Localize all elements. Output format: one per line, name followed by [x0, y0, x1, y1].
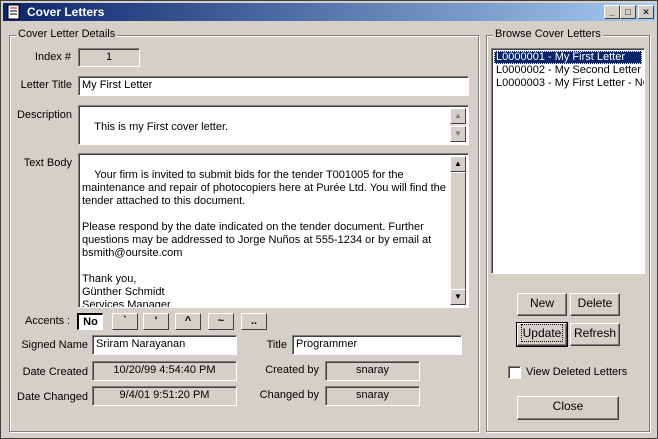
list-item[interactable]: L0000001 - My First Letter — [494, 51, 642, 64]
index-label: Index # — [34, 51, 71, 63]
text-body-textarea[interactable]: Your firm is invited to submit bids for … — [78, 153, 469, 308]
letter-title-input[interactable]: My First Letter — [78, 76, 469, 96]
description-textarea[interactable]: This is my First cover letter. ▲ ▼ — [78, 105, 469, 145]
letter-title-label: Letter Title — [20, 79, 72, 91]
description-scrollbar[interactable]: ▲ ▼ — [450, 108, 466, 142]
accent-circumflex-button[interactable]: ^ — [175, 313, 201, 330]
changed-by-label: Changed by — [259, 389, 319, 401]
signed-name-label: Signed Name — [21, 339, 88, 351]
created-by-field: snaray — [325, 361, 420, 381]
title-bar[interactable]: Cover Letters _ □ ✕ — [3, 3, 655, 21]
new-button[interactable]: New — [517, 293, 567, 316]
accent-grave-button[interactable]: ` — [112, 313, 138, 330]
close-button[interactable]: Close — [517, 396, 619, 420]
date-changed-field: 9/4/01 9:51:20 PM — [92, 386, 237, 406]
date-changed-label: Date Changed — [17, 391, 88, 403]
title-input[interactable]: Programmer — [292, 335, 462, 355]
document-icon — [7, 4, 20, 20]
view-deleted-checkbox[interactable] — [508, 366, 521, 379]
text-body-text: Your firm is invited to submit bids for … — [82, 169, 446, 308]
description-label: Description — [16, 109, 72, 121]
arrow-down-icon[interactable]: ▼ — [450, 126, 466, 142]
browse-legend: Browse Cover Letters — [493, 28, 603, 40]
changed-by-field: snaray — [325, 386, 420, 406]
arrow-up-icon[interactable]: ▲ — [450, 156, 466, 172]
index-field: 1 — [78, 48, 140, 67]
update-button[interactable]: Update — [516, 322, 568, 347]
delete-button[interactable]: Delete — [570, 293, 620, 316]
minimize-button[interactable]: _ — [604, 5, 620, 19]
signed-name-input[interactable]: Sriram Narayanan — [92, 335, 237, 355]
close-window-button[interactable]: ✕ — [638, 5, 654, 19]
text-body-scrollbar[interactable]: ▲ ▼ — [450, 156, 466, 305]
text-body-label: Text Body — [23, 157, 72, 169]
cover-letters-window: Cover Letters _ □ ✕ Cover Letter Details… — [0, 0, 658, 439]
created-by-label: Created by — [265, 364, 319, 376]
refresh-button[interactable]: Refresh — [570, 323, 620, 346]
date-created-field: 10/20/99 4:54:40 PM — [92, 361, 237, 381]
list-item[interactable]: L0000003 - My First Letter - NO — [494, 77, 644, 90]
accent-tilde-button[interactable]: ~ — [208, 313, 234, 330]
date-created-label: Date Created — [22, 366, 88, 378]
scroll-thumb[interactable] — [450, 172, 466, 290]
arrow-down-icon[interactable]: ▼ — [450, 289, 466, 305]
maximize-button[interactable]: □ — [620, 5, 636, 19]
view-deleted-label: View Deleted Letters — [526, 366, 628, 378]
description-text: This is my First cover letter. — [94, 121, 229, 133]
cover-letters-list[interactable]: L0000001 - My First Letter L0000002 - My… — [491, 48, 645, 274]
window-title: Cover Letters — [27, 5, 105, 19]
accent-umlaut-button[interactable]: .. — [241, 313, 267, 330]
accent-none-button[interactable]: No — [77, 313, 103, 330]
details-legend: Cover Letter Details — [16, 28, 118, 40]
arrow-up-icon[interactable]: ▲ — [450, 108, 466, 124]
list-item[interactable]: L0000002 - My Second Letter — [494, 64, 642, 77]
accent-acute-button[interactable]: ' — [143, 313, 169, 330]
update-button-label: Update — [520, 324, 564, 342]
accents-label: Accents : — [25, 315, 71, 327]
title-label: Title — [266, 339, 287, 351]
